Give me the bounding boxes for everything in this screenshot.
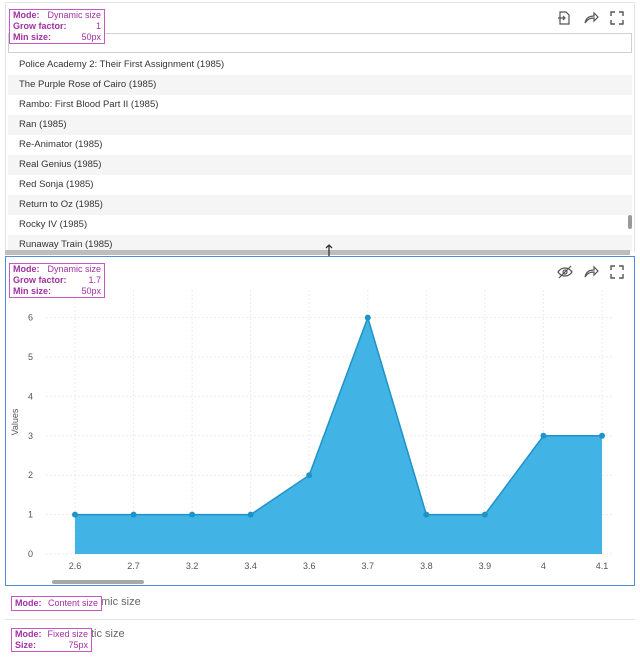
- badge-mode-value: Fixed size: [47, 629, 89, 639]
- badge-grow-value: 1.7: [88, 275, 101, 285]
- badge-mode-value: Content size: [47, 598, 98, 608]
- x-tick-label: 3.4: [244, 561, 257, 571]
- x-tick-label: 3.6: [303, 561, 316, 571]
- y-tick-label: 5: [28, 352, 33, 362]
- chart-scrollbar[interactable]: [52, 580, 144, 584]
- size-badge-fixed: Mode: Fixed size Size: 75px: [11, 628, 92, 652]
- badge-min-value: 50px: [81, 286, 101, 296]
- badge-mode-label: Mode:: [15, 598, 42, 608]
- data-point[interactable]: [130, 511, 137, 518]
- badge-grow-value: 1: [95, 21, 101, 31]
- badge-min-label: Min size:: [13, 32, 52, 42]
- x-tick-label: 2.6: [69, 561, 82, 571]
- badge-size-value: 75px: [68, 640, 88, 650]
- x-tick-label: 2.7: [127, 561, 140, 571]
- badge-min-label: Min size:: [13, 286, 52, 296]
- badge-mode-label: Mode:: [13, 10, 40, 20]
- data-point[interactable]: [364, 314, 371, 321]
- y-axis-label: Values: [10, 408, 20, 435]
- y-tick-label: 1: [28, 510, 33, 520]
- data-point[interactable]: [481, 511, 488, 518]
- x-tick-label: 3.2: [186, 561, 199, 571]
- x-tick-label: 3.9: [479, 561, 492, 571]
- badge-min-value: 50px: [81, 32, 101, 42]
- data-point[interactable]: [72, 511, 78, 518]
- x-tick-label: 4.1: [596, 561, 609, 571]
- data-point[interactable]: [599, 432, 605, 439]
- x-tick-label: 3.8: [420, 561, 433, 571]
- size-badge-chart: Mode: Dynamic size Grow factor: 1.7 Min si…: [9, 263, 105, 298]
- data-point[interactable]: [423, 511, 430, 518]
- panel-divider: [5, 619, 635, 620]
- badge-grow-label: Grow factor:: [13, 21, 67, 31]
- area-chart: 0 1 2 3 4 5 6 2.6 2.7 3.2 3.4 3.6 3.7 3.8 3.9 4 4.1 Value…: [10, 290, 612, 571]
- data-point[interactable]: [540, 432, 547, 439]
- badge-grow-label: Grow factor:: [13, 275, 67, 285]
- x-tick-label: 3.7: [362, 561, 375, 571]
- badge-mode-value: Dynamic size: [47, 10, 101, 20]
- size-badge-list: Mode: Dynamic size Grow factor: 1 Min size…: [9, 9, 105, 44]
- badge-mode-label: Mode:: [13, 264, 40, 274]
- y-tick-label: 4: [28, 391, 33, 401]
- content-size-caption: mic size: [101, 596, 141, 608]
- fixed-size-caption: tic size: [91, 628, 125, 640]
- badge-size-label: Size:: [15, 640, 37, 650]
- y-tick-label: 2: [28, 470, 33, 480]
- badge-mode-value: Dynamic size: [47, 264, 101, 274]
- y-tick-label: 0: [28, 549, 33, 559]
- y-tick-label: 6: [28, 313, 33, 323]
- data-point[interactable]: [247, 511, 254, 518]
- x-tick-label: 4: [541, 561, 546, 571]
- badge-mode-label: Mode:: [15, 629, 42, 639]
- y-tick-label: 3: [28, 431, 33, 441]
- data-point[interactable]: [306, 472, 313, 479]
- size-badge-content: Mode: Content size: [11, 596, 102, 611]
- data-point[interactable]: [189, 511, 196, 518]
